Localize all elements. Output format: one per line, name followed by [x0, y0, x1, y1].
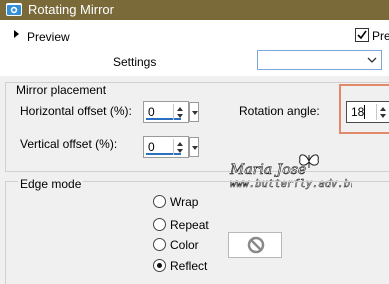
watermark-signature-text: Maria José — [229, 162, 306, 177]
spin-up-icon[interactable] — [177, 142, 183, 146]
color-radio[interactable] — [153, 238, 166, 251]
edge-mode-legend: Edge mode — [18, 177, 84, 191]
horizontal-offset-value[interactable]: 0 — [148, 105, 155, 119]
dropdown-arrow-icon — [192, 146, 198, 150]
vertical-offset-value[interactable]: 0 — [148, 140, 155, 154]
rotation-angle-input[interactable]: 18 — [346, 101, 389, 123]
window-title: Rotating Mirror — [28, 2, 114, 17]
chevron-down-icon — [367, 57, 377, 63]
rotation-angle-label: Rotation angle: — [239, 104, 320, 118]
mirror-placement-legend: Mirror placement — [14, 83, 109, 97]
settings-label: Settings — [113, 55, 157, 69]
spin-down-icon[interactable] — [177, 149, 183, 153]
preview-toggle-label[interactable]: Preview — [27, 30, 70, 44]
wrap-radio-label[interactable]: Wrap — [170, 195, 198, 209]
reflect-radio[interactable] — [153, 259, 166, 272]
preview-checkbox-label[interactable]: Pre — [372, 29, 389, 43]
preview-checkbox[interactable] — [355, 28, 369, 42]
repeat-radio-label[interactable]: Repeat — [170, 218, 209, 232]
edge-color-swatch[interactable] — [228, 232, 282, 258]
expand-arrow-icon[interactable] — [14, 30, 19, 38]
text-cursor — [364, 105, 365, 119]
settings-dropdown[interactable] — [257, 50, 382, 70]
spin-up-icon[interactable] — [380, 107, 386, 111]
app-icon — [6, 3, 22, 16]
spin-down-icon[interactable] — [177, 114, 183, 118]
spin-buttons[interactable] — [376, 104, 389, 120]
repeat-radio[interactable] — [153, 218, 166, 231]
no-color-icon — [247, 236, 265, 254]
spin-up-icon[interactable] — [177, 107, 183, 111]
spin-buttons[interactable] — [173, 139, 186, 155]
vertical-offset-input[interactable]: 0 — [143, 136, 199, 158]
spin-buttons[interactable] — [173, 104, 186, 120]
reflect-radio-label[interactable]: Reflect — [170, 259, 207, 273]
popup-slider-button[interactable] — [189, 102, 199, 122]
spin-down-icon[interactable] — [380, 114, 386, 118]
horizontal-offset-label: Horizontal offset (%): — [20, 104, 132, 118]
wrap-radio[interactable] — [153, 195, 166, 208]
rotation-angle-value[interactable]: 18 — [351, 105, 364, 119]
color-radio-label[interactable]: Color — [170, 238, 199, 252]
dropdown-arrow-icon — [192, 111, 198, 115]
watermark-signature: Maria José — [229, 162, 307, 177]
butterfly-logo-icon — [299, 154, 319, 168]
horizontal-offset-input[interactable]: 0 — [143, 101, 199, 123]
popup-slider-button[interactable] — [189, 137, 199, 157]
vertical-offset-label: Vertical offset (%): — [20, 137, 118, 151]
